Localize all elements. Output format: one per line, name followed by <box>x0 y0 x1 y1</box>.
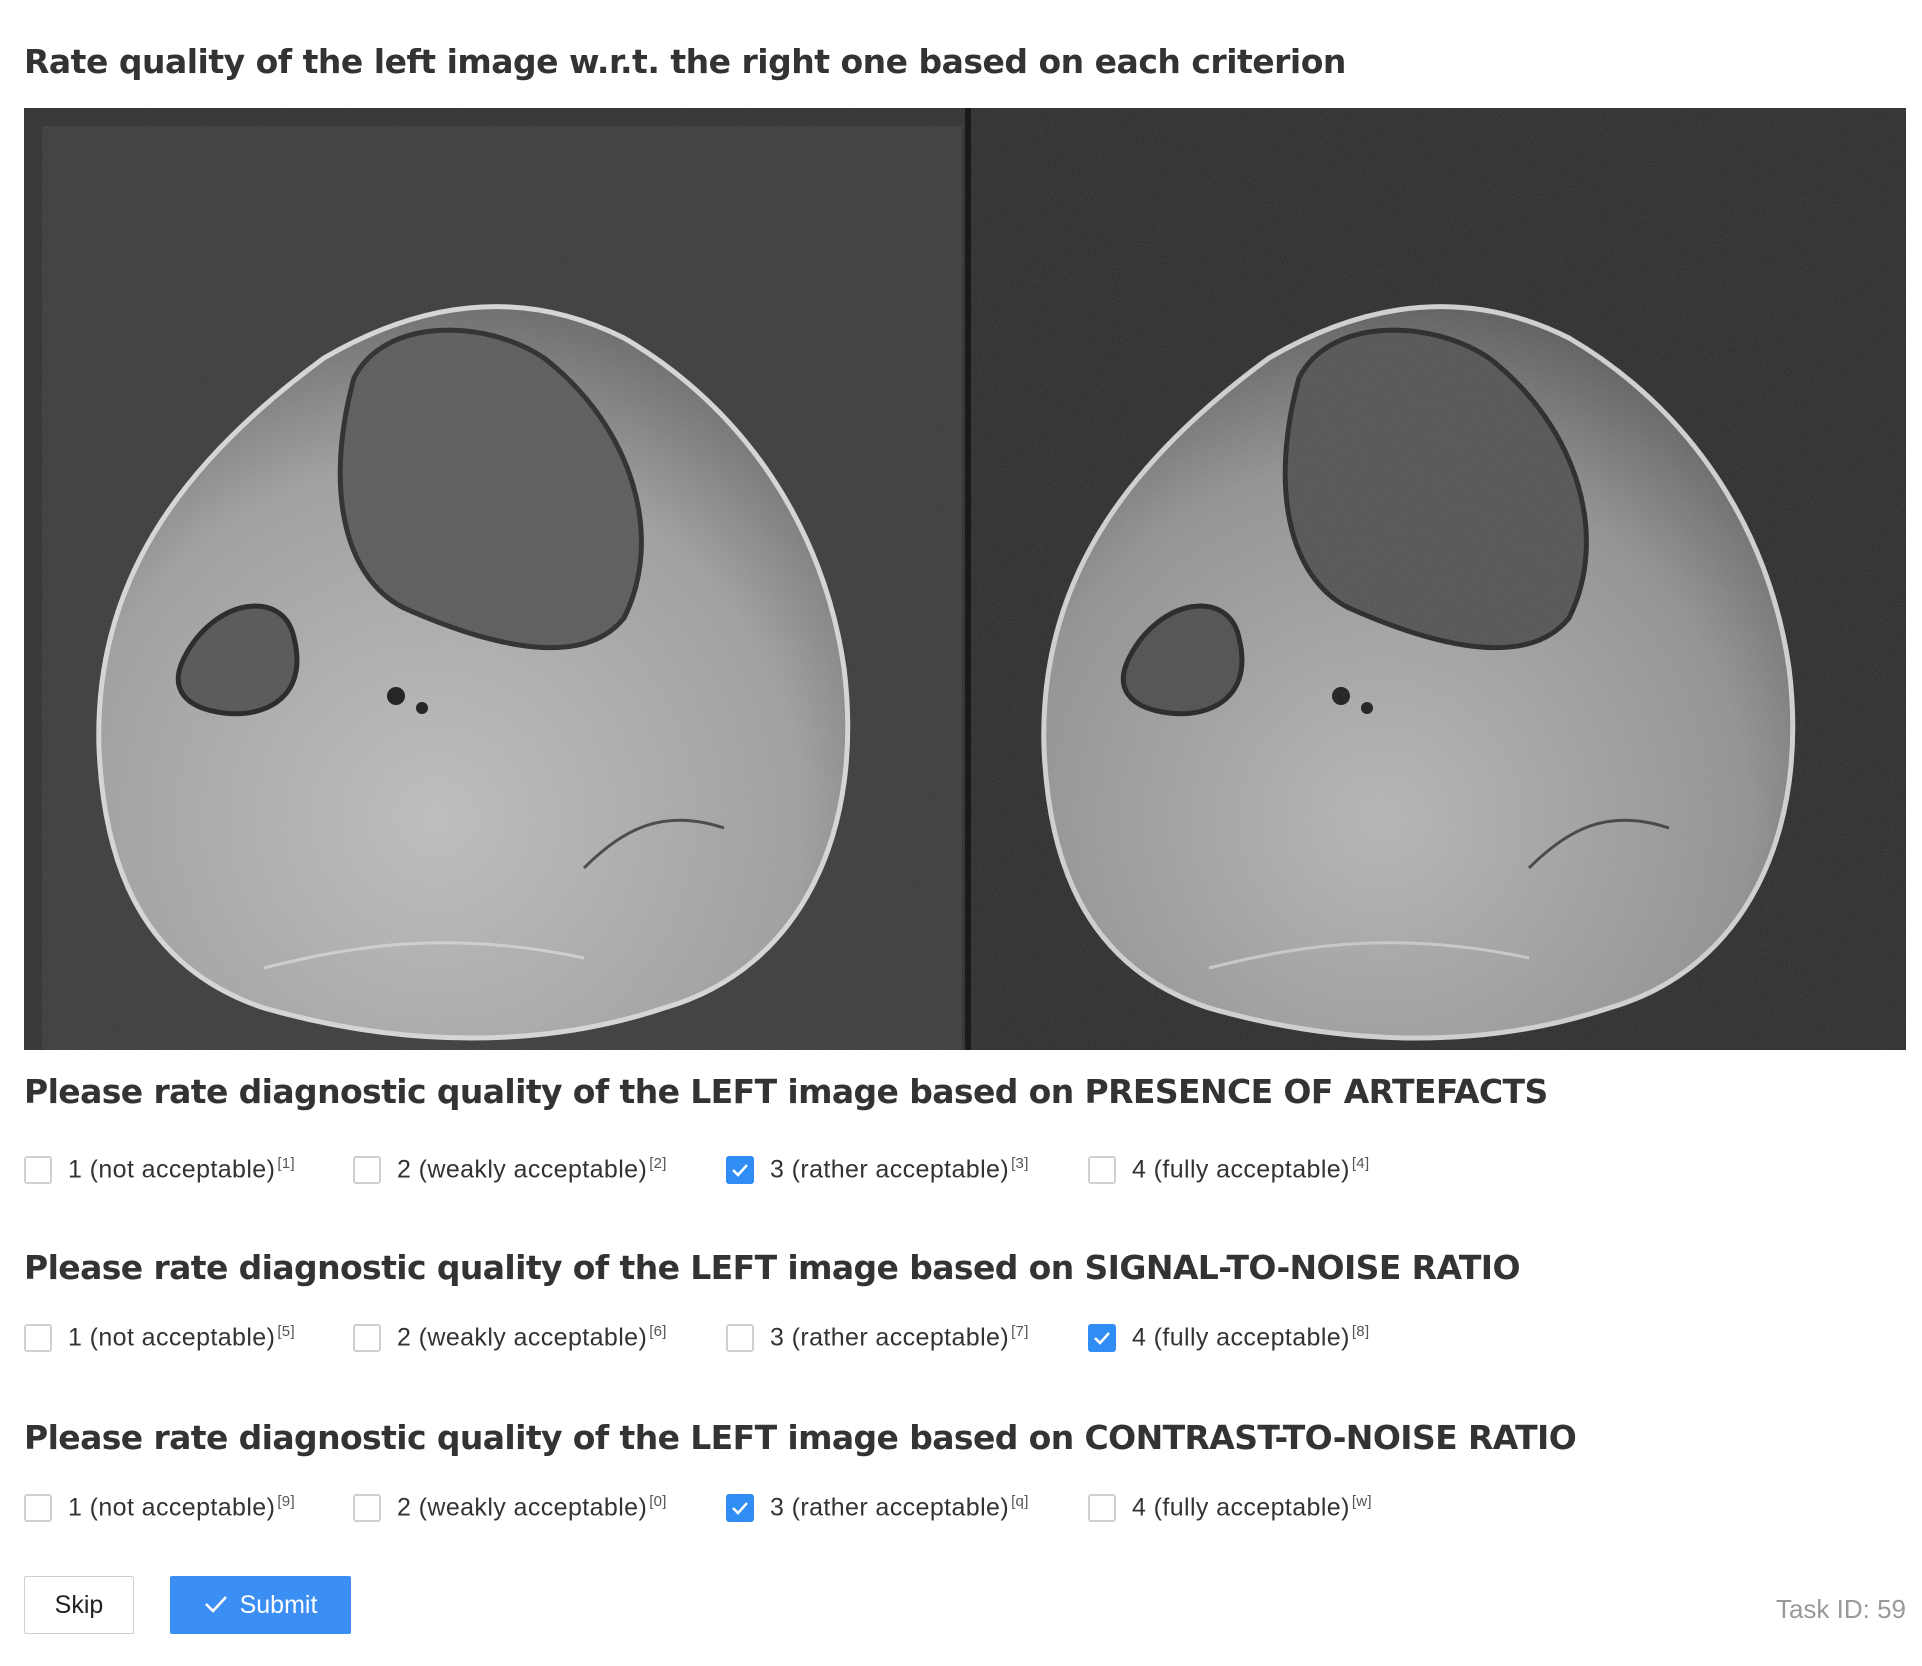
option-label: 2 (weakly acceptable) [6] <box>397 1323 667 1352</box>
rating-option-artefacts-1[interactable]: 1 (not acceptable) [1] <box>24 1152 295 1188</box>
option-label: 2 (weakly acceptable) [0] <box>397 1493 667 1522</box>
question-heading-snr: Please rate diagnostic quality of the LE… <box>24 1248 1521 1287</box>
option-label: 1 (not acceptable) [9] <box>68 1493 295 1522</box>
rating-option-snr-2[interactable]: 2 (weakly acceptable) [6] <box>353 1320 667 1356</box>
question-heading-artefacts: Please rate diagnostic quality of the LE… <box>24 1072 1548 1111</box>
checkbox[interactable] <box>1088 1324 1116 1352</box>
checkbox[interactable] <box>726 1494 754 1522</box>
rating-option-snr-1[interactable]: 1 (not acceptable) [5] <box>24 1320 295 1356</box>
submit-button[interactable]: Submit <box>170 1576 351 1634</box>
option-label: 2 (weakly acceptable) [2] <box>397 1155 667 1184</box>
skip-button[interactable]: Skip <box>24 1576 134 1634</box>
rating-option-artefacts-3[interactable]: 3 (rather acceptable) [3] <box>726 1152 1029 1188</box>
rating-option-cnr-1[interactable]: 1 (not acceptable) [9] <box>24 1490 295 1526</box>
checkbox[interactable] <box>1088 1494 1116 1522</box>
option-label: 4 (fully acceptable) [4] <box>1132 1155 1370 1184</box>
checkbox[interactable] <box>24 1494 52 1522</box>
option-label: 4 (fully acceptable) [8] <box>1132 1323 1370 1352</box>
question-heading-cnr: Please rate diagnostic quality of the LE… <box>24 1418 1577 1457</box>
option-label: 1 (not acceptable) [5] <box>68 1323 295 1352</box>
check-icon <box>204 1591 228 1620</box>
option-label: 4 (fully acceptable) [w] <box>1132 1493 1372 1522</box>
image-comparison-viewer <box>24 108 1906 1050</box>
skip-button-label: Skip <box>54 1590 104 1619</box>
checkbox[interactable] <box>353 1494 381 1522</box>
option-label: 3 (rather acceptable) [3] <box>770 1155 1029 1184</box>
labeling-page: Rate quality of the left image w.r.t. th… <box>0 0 1922 1666</box>
rating-option-snr-4[interactable]: 4 (fully acceptable) [8] <box>1088 1320 1369 1356</box>
checkbox[interactable] <box>726 1324 754 1352</box>
option-label: 3 (rather acceptable) [q] <box>770 1493 1029 1522</box>
checkbox[interactable] <box>24 1156 52 1184</box>
left-mri-image <box>24 108 965 1050</box>
rating-option-cnr-4[interactable]: 4 (fully acceptable) [w] <box>1088 1490 1372 1526</box>
image-divider <box>965 108 971 1050</box>
option-label: 1 (not acceptable) [1] <box>68 1155 295 1184</box>
page-title: Rate quality of the left image w.r.t. th… <box>24 42 1346 81</box>
right-mri-image <box>971 108 1906 1050</box>
rating-option-artefacts-2[interactable]: 2 (weakly acceptable) [2] <box>353 1152 667 1188</box>
checkbox[interactable] <box>1088 1156 1116 1184</box>
checkbox[interactable] <box>353 1156 381 1184</box>
rating-option-artefacts-4[interactable]: 4 (fully acceptable) [4] <box>1088 1152 1369 1188</box>
rating-option-cnr-2[interactable]: 2 (weakly acceptable) [0] <box>353 1490 667 1526</box>
checkbox[interactable] <box>353 1324 381 1352</box>
checkbox[interactable] <box>24 1324 52 1352</box>
checkbox[interactable] <box>726 1156 754 1184</box>
option-label: 3 (rather acceptable) [7] <box>770 1323 1029 1352</box>
submit-button-label: Submit <box>239 1590 318 1619</box>
rating-option-cnr-3[interactable]: 3 (rather acceptable) [q] <box>726 1490 1029 1526</box>
rating-option-snr-3[interactable]: 3 (rather acceptable) [7] <box>726 1320 1029 1356</box>
task-id: Task ID: 59 <box>1775 1594 1906 1624</box>
